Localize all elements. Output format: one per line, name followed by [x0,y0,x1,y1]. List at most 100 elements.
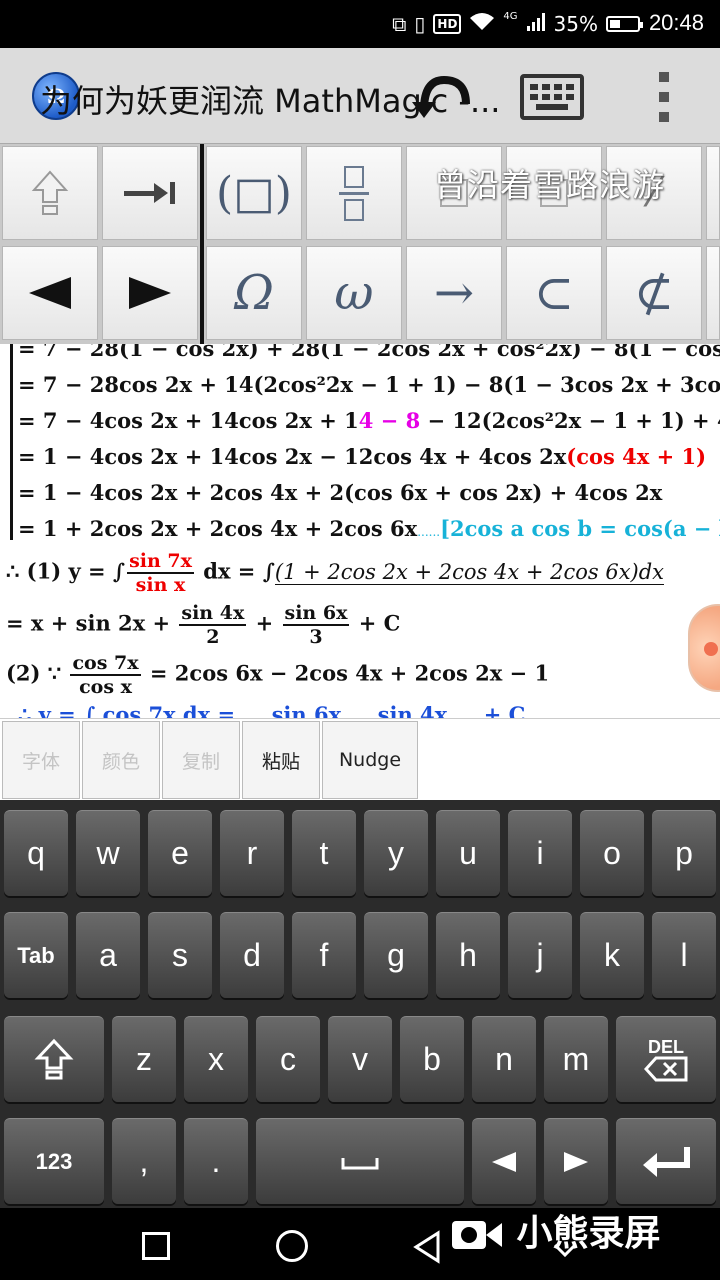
omega-upper-key[interactable]: Ω [206,246,302,340]
key-s[interactable]: s [148,912,212,998]
key-g[interactable]: g [364,912,428,998]
math-line: = 7 − 28cos 2x + 14(2cos²2x − 1 + 1) − 8… [18,372,720,397]
color-button[interactable]: 颜色 [82,721,160,799]
space-key[interactable] [256,1118,464,1204]
delete-key[interactable]: DEL [616,1016,716,1102]
paste-button[interactable]: 粘贴 [242,721,320,799]
left-triangle-icon [29,277,71,309]
numerator: cos 7x [70,652,141,676]
cursor-left-key[interactable] [472,1118,536,1204]
key-q[interactable]: q [4,810,68,896]
backspace-icon [644,1056,688,1081]
key-x[interactable]: x [184,1016,248,1102]
scroll-handle[interactable] [688,604,720,692]
denominator: 2 [206,626,220,648]
undo-button[interactable] [410,70,472,124]
numerator: sin 6x [282,602,350,626]
keyboard-toggle-button[interactable] [520,74,584,120]
space-icon [341,1157,379,1169]
clock: 20:48 [648,10,704,35]
subset-key[interactable]: ⊂ [506,246,602,340]
numerator: sin 4x [179,602,247,626]
key-r[interactable]: r [220,810,284,896]
omega-lower-key[interactable]: ω [306,246,402,340]
palette-divider [200,144,204,344]
period-key[interactable]: . [184,1118,248,1204]
key-l[interactable]: l [652,912,716,998]
key-w[interactable]: w [76,810,140,896]
left-arrow-key[interactable] [2,246,98,340]
key-v[interactable]: v [328,1016,392,1102]
action-bar: Ω 为何为妖更润流 MathMagic -... [0,48,720,144]
key-tab[interactable]: Tab [4,912,68,998]
not-subset-key[interactable]: ⊄ [606,246,702,340]
numbers-key[interactable]: 123 [4,1118,104,1204]
hd-badge: HD [433,14,462,34]
nudge-button[interactable]: Nudge [322,721,418,799]
shift-icon [34,1038,74,1079]
shift-up-key[interactable] [2,146,98,240]
dot [659,72,669,82]
math-editor-canvas[interactable]: = 7 − 28(1 − cos 2x) + 28(1 − 2cos 2x + … [0,344,720,718]
key-j[interactable]: j [508,912,572,998]
fraction-key[interactable] [306,146,402,240]
shift-key[interactable] [4,1016,104,1102]
math-line: = 1 − 4cos 2x + 14cos 2x − 12cos 4x + 4c… [18,444,706,469]
cursor-right-key[interactable] [544,1118,608,1204]
math-line: = 7 − 4cos 2x + 14cos 2x + 14 − 8 − 12(2… [18,408,720,433]
math-text: = 7 − 4cos 2x + 14cos 2x + 1 [18,408,359,433]
math-text: − 12(2cos²2x − 1 + 1) + 4cos 2x( [427,408,720,433]
key-p[interactable]: p [652,810,716,896]
back-button[interactable] [412,1230,442,1268]
font-button[interactable]: 字体 [2,721,80,799]
key-o[interactable]: o [580,810,644,896]
key-d[interactable]: d [220,912,284,998]
math-line-cutoff: ∴ y = ∫ cos 7x dx = ... sin 6x ... sin 4… [18,702,525,718]
key-m[interactable]: m [544,1016,608,1102]
math-text: = 1 + 2cos 2x + 2cos 4x + 2cos 6x [18,516,418,541]
vibrate-icon: ▯ [414,12,426,36]
key-u[interactable]: u [436,810,500,896]
key-f[interactable]: f [292,912,356,998]
recents-button[interactable] [142,1232,170,1260]
right-triangle-icon [564,1151,588,1172]
key-b[interactable]: b [400,1016,464,1102]
copy-button[interactable]: 复制 [162,721,240,799]
home-button[interactable] [276,1230,308,1262]
palette-edge-key[interactable] [706,146,720,240]
tab-arrow-icon [124,182,175,204]
battery-icon [606,16,643,32]
overflow-menu-button[interactable] [654,72,674,122]
integrand: (1 + 2cos 2x + 2cos 4x + 2cos 6x)dx [274,559,665,585]
fraction: sin 7x sin x [127,550,194,596]
key-i[interactable]: i [508,810,572,896]
math-highlight: 4 − 8 [358,408,421,433]
key-k[interactable]: k [580,912,644,998]
brace-bar [10,344,13,540]
tab-key[interactable] [102,146,198,240]
denominator: cos x [79,676,132,698]
palette-edge-key[interactable] [706,246,720,340]
numerator: sin 7x [127,550,194,574]
math-line: ∴ (1) y = ∫ sin 7x sin x dx = ∫(1 + 2cos 2… [6,550,665,596]
key-n[interactable]: n [472,1016,536,1102]
parentheses-key[interactable]: (□) [206,146,302,240]
key-e[interactable]: e [148,810,212,896]
comma-key[interactable]: , [112,1118,176,1204]
key-c[interactable]: c [256,1016,320,1102]
key-y[interactable]: y [364,810,428,896]
dot [659,92,669,102]
key-h[interactable]: h [436,912,500,998]
key-t[interactable]: t [292,810,356,896]
undo-icon [412,75,470,118]
right-arrow-key[interactable] [102,246,198,340]
enter-key[interactable] [616,1118,716,1204]
key-a[interactable]: a [76,912,140,998]
fraction: sin 4x 2 [179,602,247,648]
right-arrow-symbol-key[interactable]: → [406,246,502,340]
lyric-overlay: 曾沿着雪路浪游 [434,166,666,204]
enter-icon [643,1146,690,1177]
status-icons: ⧉ ▯ HD 4G 35% [392,10,643,38]
ellipsis: ...... [417,525,441,539]
key-z[interactable]: z [112,1016,176,1102]
